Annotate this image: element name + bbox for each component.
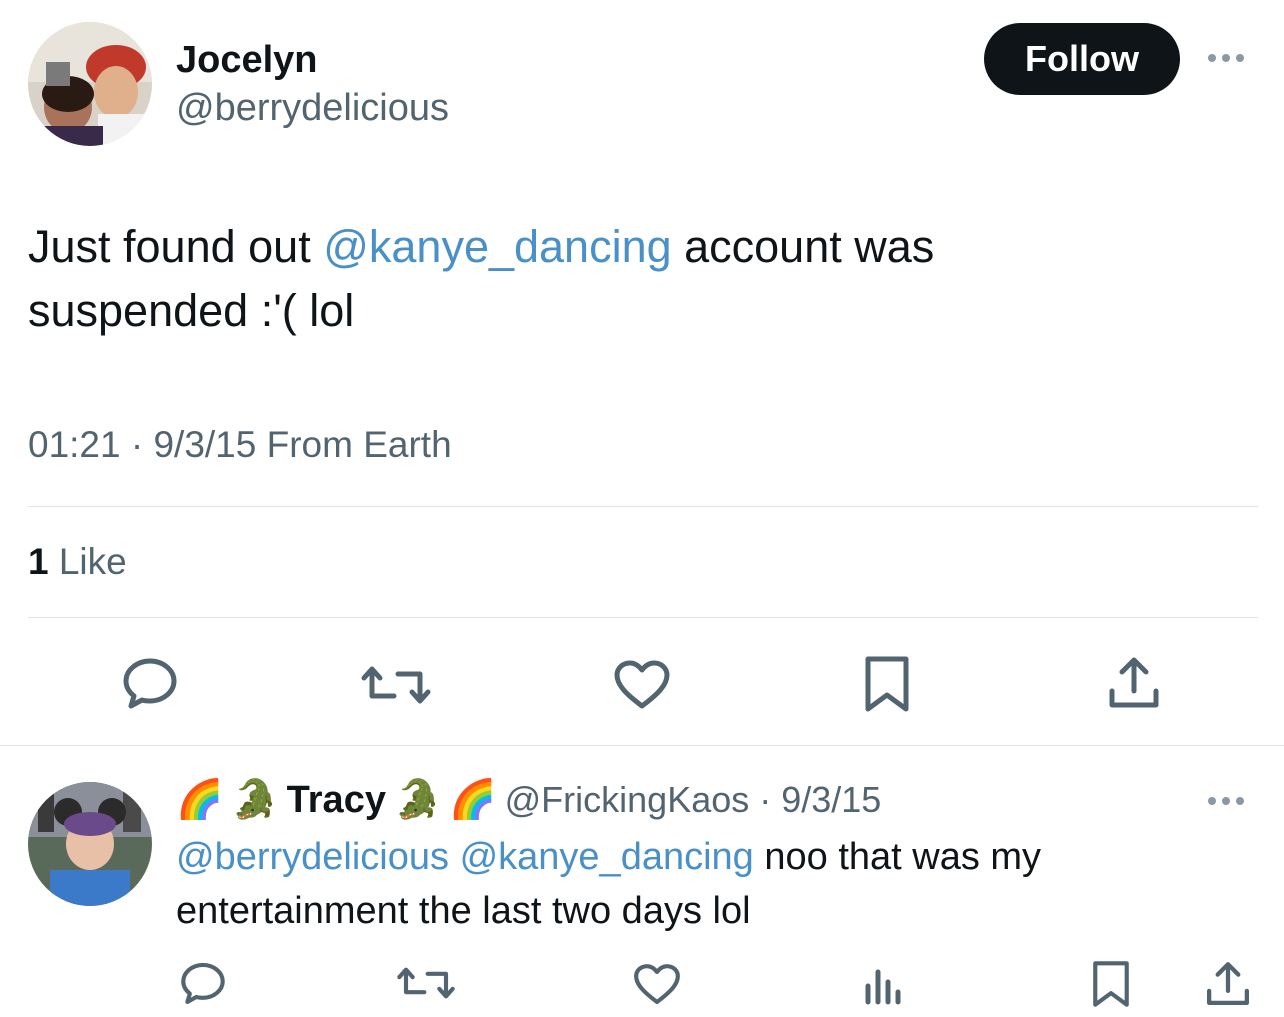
- tweet-text-line2: suspended :'( lol: [28, 285, 355, 336]
- divider: [28, 506, 1258, 507]
- author-avatar[interactable]: [28, 22, 152, 146]
- likes-label: Like: [48, 541, 127, 582]
- rainbow-emoji: 🌈: [176, 779, 224, 821]
- divider: [0, 745, 1284, 746]
- follow-button[interactable]: Follow: [984, 23, 1180, 95]
- reply-icon[interactable]: [120, 655, 180, 711]
- divider: [28, 617, 1258, 618]
- share-icon[interactable]: [1204, 960, 1252, 1008]
- bookmark-icon[interactable]: [862, 655, 912, 713]
- crocodile-emoji: 🐊: [231, 779, 279, 821]
- tweet-text-part: account was: [671, 221, 935, 272]
- reply-header: 🌈 🐊 Tracy 🐊 🌈 @FrickingKaos · 9/3/15: [176, 775, 881, 825]
- reply-text: @berrydelicious @kanye_dancing noo that …: [176, 830, 1266, 938]
- rainbow-emoji: 🌈: [449, 779, 497, 821]
- views-icon[interactable]: [862, 966, 906, 1006]
- more-icon[interactable]: [1208, 54, 1244, 62]
- more-icon[interactable]: [1208, 797, 1244, 805]
- author-name[interactable]: Jocelyn: [176, 38, 318, 82]
- bookmark-icon[interactable]: [1090, 960, 1132, 1008]
- author-handle[interactable]: @berrydelicious: [176, 86, 449, 130]
- likes-count: 1: [28, 541, 49, 582]
- reply-author-avatar[interactable]: [28, 782, 152, 906]
- tweet-text-part: Just found out: [28, 221, 324, 272]
- tweet-text: Just found out @kanye_dancing account wa…: [28, 215, 1248, 343]
- tweet-timestamp[interactable]: 01:21 · 9/3/15 From Earth: [28, 424, 452, 466]
- retweet-icon[interactable]: [360, 660, 432, 710]
- reply-text-line2: entertainment the last two days lol: [176, 890, 751, 932]
- heart-icon[interactable]: [612, 658, 672, 712]
- likes-summary[interactable]: 1 Like: [28, 541, 127, 583]
- reply-author-name[interactable]: Tracy: [287, 778, 386, 822]
- retweet-icon[interactable]: [396, 962, 456, 1004]
- mention-link[interactable]: @kanye_dancing: [323, 221, 671, 272]
- mention-link[interactable]: @kanye_dancing: [460, 836, 754, 878]
- reply-icon[interactable]: [178, 960, 228, 1006]
- crocodile-emoji: 🐊: [393, 779, 442, 821]
- heart-icon[interactable]: [632, 962, 682, 1007]
- share-icon[interactable]: [1106, 655, 1162, 711]
- reply-handle-date[interactable]: @FrickingKaos · 9/3/15: [505, 778, 882, 822]
- reply-text-part: noo that was my: [753, 836, 1042, 878]
- mention-link[interactable]: @berrydelicious: [176, 836, 449, 878]
